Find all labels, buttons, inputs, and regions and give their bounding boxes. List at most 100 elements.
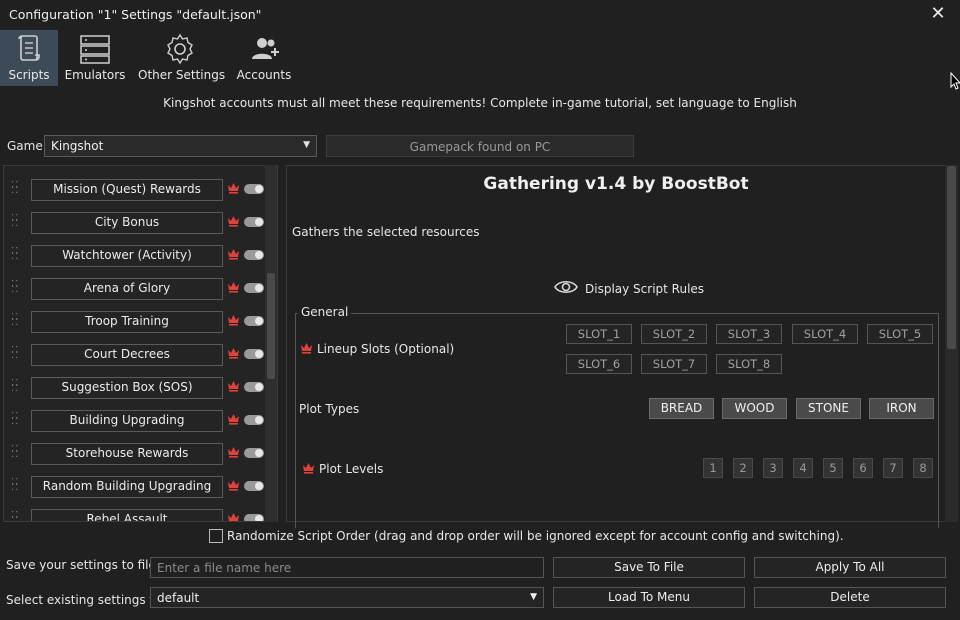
script-toggle[interactable] — [244, 415, 264, 425]
script-button[interactable]: Suggestion Box (SOS) — [31, 377, 223, 399]
tab-label: Accounts — [236, 68, 292, 82]
script-button[interactable]: Troop Training — [31, 311, 223, 333]
script-row[interactable]: ⁚⁚ ⁚⁚ Arena of Glory — [4, 278, 266, 300]
crown-icon — [302, 462, 315, 477]
script-row[interactable]: ⁚⁚ ⁚⁚ Court Decrees — [4, 344, 266, 366]
save-to-file-button[interactable]: Save To File — [553, 557, 745, 578]
delete-button[interactable]: Delete — [754, 587, 946, 608]
script-row[interactable]: ⁚⁚ ⁚⁚ Suggestion Box (SOS) — [4, 377, 266, 399]
crown-icon — [227, 215, 240, 230]
general-group-label: General — [298, 305, 352, 319]
slot-button[interactable]: SLOT_6 — [566, 354, 632, 374]
slot-button[interactable]: SLOT_4 — [792, 324, 858, 344]
game-select[interactable]: Kingshot ▼ — [44, 135, 317, 157]
tab-scripts[interactable]: Scripts — [0, 30, 58, 86]
tab-label: Emulators — [64, 68, 126, 82]
drag-handle-icon[interactable]: ⁚⁚ ⁚⁚ — [11, 478, 21, 494]
file-name-input[interactable] — [150, 557, 544, 578]
script-button[interactable]: Rebel Assault — [31, 509, 223, 521]
slot-button[interactable]: SLOT_1 — [566, 324, 632, 344]
script-toggle[interactable] — [244, 250, 264, 260]
script-button[interactable]: Mission (Quest) Rewards — [31, 179, 223, 201]
plot-level-button[interactable]: 8 — [913, 458, 933, 478]
drag-handle-icon[interactable]: ⁚⁚ ⁚⁚ — [11, 511, 21, 522]
script-button[interactable]: Storehouse Rewards — [31, 443, 223, 465]
tab-emulators[interactable]: Emulators — [62, 30, 128, 86]
script-list-scrollbar[interactable] — [265, 165, 277, 522]
drag-handle-icon[interactable]: ⁚⁚ ⁚⁚ — [11, 214, 21, 230]
drag-handle-icon[interactable]: ⁚⁚ ⁚⁚ — [11, 280, 21, 296]
game-select-value: Kingshot — [51, 139, 104, 153]
scrollbar-thumb[interactable] — [267, 273, 275, 379]
close-icon[interactable]: ✕ — [928, 4, 948, 24]
script-toggle[interactable] — [244, 217, 264, 227]
checkbox-box[interactable] — [209, 529, 223, 543]
script-row[interactable]: ⁚⁚ ⁚⁚ City Bonus — [4, 212, 266, 234]
drag-handle-icon[interactable]: ⁚⁚ ⁚⁚ — [11, 313, 21, 329]
tab-accounts[interactable]: Accounts — [232, 30, 296, 86]
plot-level-button[interactable]: 7 — [883, 458, 903, 478]
script-row[interactable]: ⁚⁚ ⁚⁚ Rebel Assault — [4, 509, 266, 522]
script-toggle[interactable] — [244, 382, 264, 392]
crown-icon — [227, 479, 240, 494]
slot-button[interactable]: SLOT_8 — [716, 354, 782, 374]
chevron-down-icon: ▼ — [303, 140, 310, 150]
window-title: Configuration "1" Settings "default.json… — [9, 7, 262, 22]
display-script-rules-button[interactable]: Display Script Rules — [553, 276, 704, 300]
gamepack-status: Gamepack found on PC — [326, 135, 634, 157]
script-toggle[interactable] — [244, 316, 264, 326]
detail-scrollbar[interactable] — [945, 165, 958, 522]
select-settings-label: Select existing settings file — [6, 593, 168, 607]
script-button[interactable]: City Bonus — [31, 212, 223, 234]
plot-level-button[interactable]: 3 — [763, 458, 783, 478]
script-row[interactable]: ⁚⁚ ⁚⁚ Watchtower (Activity) — [4, 245, 266, 267]
plot-level-button[interactable]: 2 — [733, 458, 753, 478]
plot-level-button[interactable]: 4 — [793, 458, 813, 478]
requirements-notice: Kingshot accounts must all meet these re… — [163, 96, 797, 110]
script-toggle[interactable] — [244, 283, 264, 293]
script-button[interactable]: Court Decrees — [31, 344, 223, 366]
load-to-menu-button[interactable]: Load To Menu — [553, 587, 745, 608]
slot-button[interactable]: SLOT_5 — [867, 324, 933, 344]
script-button[interactable]: Arena of Glory — [31, 278, 223, 300]
script-button[interactable]: Building Upgrading — [31, 410, 223, 432]
plot-type-button[interactable]: WOOD — [722, 398, 787, 419]
plot-level-button[interactable]: 6 — [853, 458, 873, 478]
plot-level-button[interactable]: 1 — [703, 458, 723, 478]
script-toggle[interactable] — [244, 481, 264, 491]
crown-icon — [227, 314, 240, 329]
drag-handle-icon[interactable]: ⁚⁚ ⁚⁚ — [11, 445, 21, 461]
game-label: Game: — [7, 139, 47, 153]
script-row[interactable]: ⁚⁚ ⁚⁚ Mission (Quest) Rewards — [4, 179, 266, 201]
script-row[interactable]: ⁚⁚ ⁚⁚ Random Building Upgrading — [4, 476, 266, 498]
randomize-order-checkbox[interactable]: Randomize Script Order (drag and drop or… — [209, 528, 844, 544]
drag-handle-icon[interactable]: ⁚⁚ ⁚⁚ — [11, 247, 21, 263]
apply-to-all-button[interactable]: Apply To All — [754, 557, 946, 578]
crown-icon — [227, 248, 240, 263]
crown-icon — [227, 347, 240, 362]
script-row[interactable]: ⁚⁚ ⁚⁚ Building Upgrading — [4, 410, 266, 432]
tab-other-settings[interactable]: Other Settings — [138, 30, 225, 86]
script-row[interactable]: ⁚⁚ ⁚⁚ Storehouse Rewards — [4, 443, 266, 465]
drag-handle-icon[interactable]: ⁚⁚ ⁚⁚ — [11, 379, 21, 395]
settings-file-value: default — [157, 591, 200, 605]
plot-type-button[interactable]: IRON — [869, 398, 934, 419]
drag-handle-icon[interactable]: ⁚⁚ ⁚⁚ — [11, 412, 21, 428]
slot-button[interactable]: SLOT_2 — [641, 324, 707, 344]
script-toggle[interactable] — [244, 514, 264, 521]
drag-handle-icon[interactable]: ⁚⁚ ⁚⁚ — [11, 181, 21, 197]
script-toggle[interactable] — [244, 349, 264, 359]
script-toggle[interactable] — [244, 184, 264, 194]
slot-button[interactable]: SLOT_7 — [641, 354, 707, 374]
settings-file-select[interactable]: default ▼ — [150, 587, 544, 608]
script-button[interactable]: Random Building Upgrading — [31, 476, 223, 498]
plot-type-button[interactable]: STONE — [796, 398, 861, 419]
script-button[interactable]: Watchtower (Activity) — [31, 245, 223, 267]
plot-type-button[interactable]: BREAD — [649, 398, 714, 419]
script-toggle[interactable] — [244, 448, 264, 458]
script-row[interactable]: ⁚⁚ ⁚⁚ Troop Training — [4, 311, 266, 333]
scrollbar-thumb[interactable] — [947, 166, 956, 349]
drag-handle-icon[interactable]: ⁚⁚ ⁚⁚ — [11, 346, 21, 362]
plot-level-button[interactable]: 5 — [823, 458, 843, 478]
slot-button[interactable]: SLOT_3 — [716, 324, 782, 344]
